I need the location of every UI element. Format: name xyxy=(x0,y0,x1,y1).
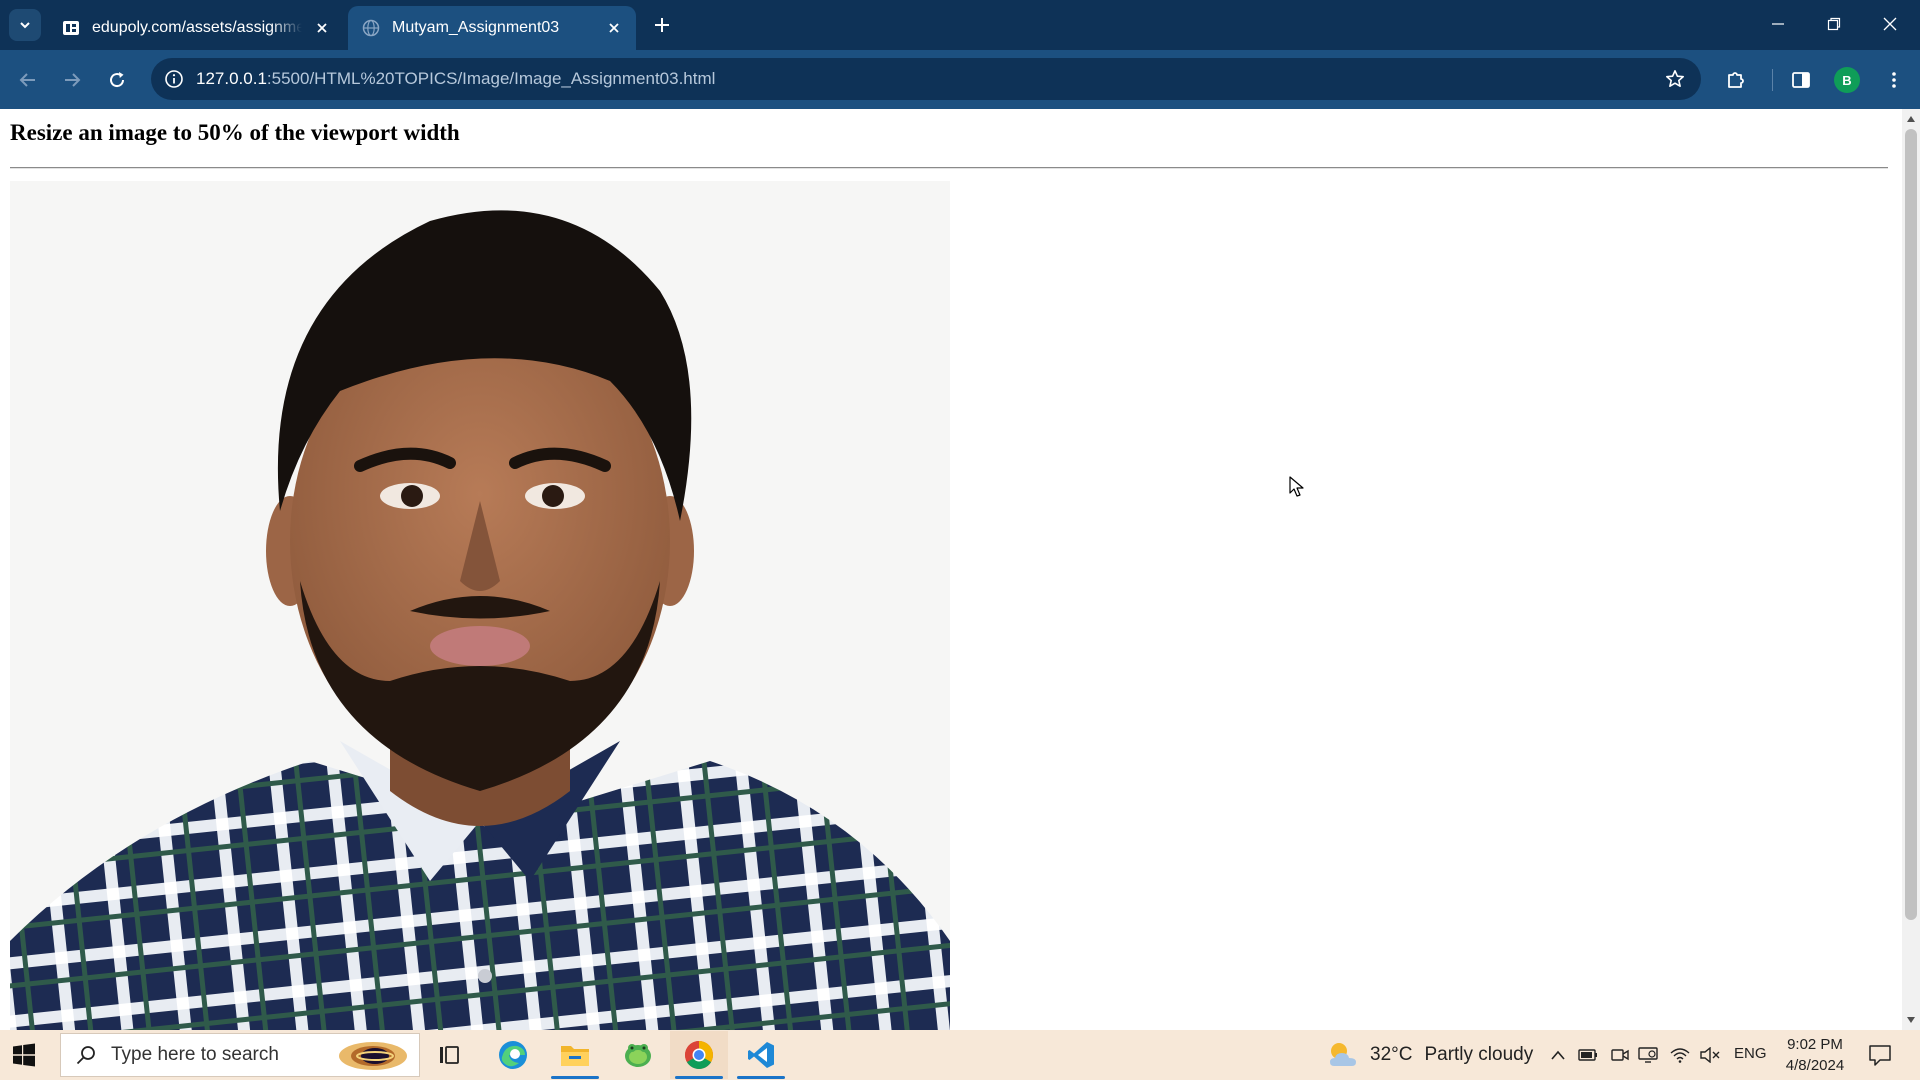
chrome-icon xyxy=(685,1041,713,1069)
more-vertical-icon xyxy=(1892,72,1896,88)
tab-title: edupoly.com/assets/assignmen xyxy=(92,19,302,36)
reload-icon xyxy=(110,72,125,88)
arrow-left-icon xyxy=(19,73,35,87)
scroll-up-icon[interactable] xyxy=(1906,114,1916,124)
page-scrollbar[interactable] xyxy=(1902,109,1920,1030)
battery-icon[interactable] xyxy=(1576,1043,1600,1067)
task-view-icon xyxy=(440,1046,459,1064)
address-url[interactable]: 127.0.0.1:5500/HTML%20TOPICS/Image/Image… xyxy=(196,69,715,89)
clock-date: 4/8/2024 xyxy=(1785,1057,1845,1074)
clock-time: 9:02 PM xyxy=(1787,1036,1843,1053)
minimize-icon xyxy=(1772,23,1784,25)
extensions-button[interactable] xyxy=(1720,64,1752,96)
edupoly-favicon-icon xyxy=(62,19,80,37)
portrait-image xyxy=(10,181,950,1030)
restore-button[interactable] xyxy=(1814,8,1854,40)
edge-taskbar-button[interactable] xyxy=(484,1031,542,1079)
chrome-taskbar-button[interactable] xyxy=(670,1031,728,1079)
bookmark-star-icon[interactable] xyxy=(1663,67,1687,91)
page-heading: Resize an image to 50% of the viewport w… xyxy=(10,120,460,145)
browser-toolbar: 127.0.0.1:5500/HTML%20TOPICS/Image/Image… xyxy=(0,50,1920,109)
tab-edupoly[interactable]: edupoly.com/assets/assignmen xyxy=(48,6,344,50)
browser-tab-strip: edupoly.com/assets/assignmen Mutyam_Assi… xyxy=(0,0,1920,50)
search-highlight-icon xyxy=(339,1042,407,1070)
page-viewport: Resize an image to 50% of the viewport w… xyxy=(0,109,1902,1030)
url-host: 127.0.0.1 xyxy=(196,69,267,88)
scrollbar-thumb[interactable] xyxy=(1905,129,1917,920)
address-bar[interactable]: 127.0.0.1:5500/HTML%20TOPICS/Image/Image… xyxy=(151,58,1701,100)
restore-icon xyxy=(1827,17,1841,31)
globe-icon xyxy=(362,19,380,37)
tab-mutyam-assignment[interactable]: Mutyam_Assignment03 xyxy=(348,6,636,50)
edge-icon xyxy=(499,1041,527,1069)
tab-title: Mutyam_Assignment03 xyxy=(392,19,560,36)
portrait-illustration xyxy=(10,181,950,1030)
close-tab-icon[interactable] xyxy=(604,18,624,38)
partly-cloudy-icon xyxy=(1330,1043,1356,1066)
chevron-down-icon xyxy=(20,22,30,29)
forward-button[interactable] xyxy=(56,64,88,96)
task-view-button[interactable] xyxy=(420,1031,478,1079)
arrow-right-icon xyxy=(65,73,81,87)
frog-app-taskbar-button[interactable] xyxy=(609,1031,667,1079)
windows-start-icon[interactable] xyxy=(12,1043,36,1067)
toolbar-divider xyxy=(1772,69,1773,91)
site-info-icon[interactable] xyxy=(161,66,187,92)
meet-now-icon[interactable] xyxy=(1608,1043,1632,1067)
weather-widget[interactable]: 32°C Partly cloudy xyxy=(1326,1030,1533,1080)
windows-taskbar: Type here to search 32°C Partly cloudy E… xyxy=(0,1030,1920,1080)
scroll-down-icon[interactable] xyxy=(1906,1015,1916,1025)
side-panel-icon xyxy=(1792,72,1810,88)
puzzle-icon xyxy=(1728,72,1744,88)
frog-app-icon xyxy=(625,1044,651,1067)
folder-icon xyxy=(561,1046,589,1066)
taskbar-clock[interactable]: 9:02 PM 4/8/2024 xyxy=(1780,1034,1850,1076)
plus-icon xyxy=(655,18,669,32)
search-placeholder: Type here to search xyxy=(111,1044,279,1065)
tab-search-button[interactable] xyxy=(9,9,41,41)
search-icon xyxy=(73,1042,99,1068)
notifications-icon[interactable] xyxy=(1866,1041,1894,1069)
side-panel-button[interactable] xyxy=(1785,64,1817,96)
taskbar-search-box[interactable]: Type here to search xyxy=(60,1033,420,1077)
show-hidden-icons-icon[interactable] xyxy=(1546,1043,1570,1067)
close-window-button[interactable] xyxy=(1870,8,1910,40)
profile-avatar[interactable]: B xyxy=(1834,67,1860,93)
speaker-muted-icon[interactable] xyxy=(1698,1043,1722,1067)
close-tab-icon[interactable] xyxy=(312,18,332,38)
new-tab-button[interactable] xyxy=(650,13,674,37)
close-icon xyxy=(1883,17,1897,31)
weather-condition: Partly cloudy xyxy=(1424,1044,1534,1065)
horizontal-rule xyxy=(10,167,1888,169)
mouse-pointer-icon xyxy=(1289,476,1304,497)
wifi-icon[interactable] xyxy=(1668,1043,1692,1067)
minimize-button[interactable] xyxy=(1758,8,1798,40)
vscode-icon xyxy=(748,1042,774,1068)
url-path: :5500/HTML%20TOPICS/Image/Image_Assignme… xyxy=(266,69,716,88)
reload-button[interactable] xyxy=(101,64,133,96)
weather-temperature: 32°C xyxy=(1370,1044,1413,1065)
back-button[interactable] xyxy=(12,64,44,96)
file-explorer-taskbar-button[interactable] xyxy=(546,1031,604,1079)
input-language[interactable]: ENG xyxy=(1734,1045,1767,1062)
vscode-taskbar-button[interactable] xyxy=(732,1031,790,1079)
display-settings-icon[interactable] xyxy=(1636,1043,1660,1067)
browser-menu-button[interactable] xyxy=(1878,64,1910,96)
